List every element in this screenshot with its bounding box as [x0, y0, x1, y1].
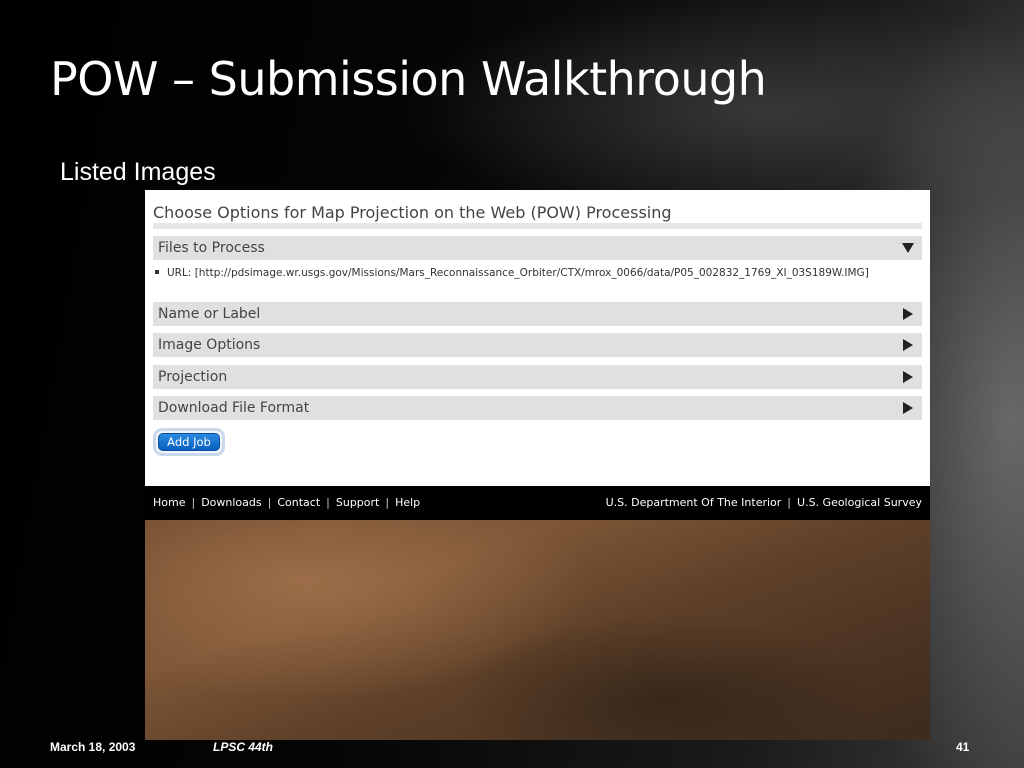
triangle-right-icon — [903, 371, 913, 383]
add-job-button[interactable]: Add Job — [158, 433, 220, 451]
footer-link-interior[interactable]: U.S. Department Of The Interior — [606, 496, 782, 509]
section-image-options[interactable]: Image Options — [153, 333, 922, 357]
footer-separator: | — [385, 496, 390, 509]
slide-title: POW – Submission Walkthrough — [50, 52, 767, 106]
section-label: Projection — [158, 369, 228, 385]
footer-link-support[interactable]: Support — [336, 496, 379, 509]
footer-nav: Home | Downloads | Contact | Support | Help — [153, 496, 420, 509]
site-footer: Home | Downloads | Contact | Support | Help U.S.… — [145, 486, 930, 520]
triangle-right-icon — [903, 308, 913, 320]
heading-divider — [153, 223, 922, 229]
triangle-down-icon — [902, 243, 914, 253]
section-projection[interactable]: Projection — [153, 365, 922, 389]
panel-heading: Choose Options for Map Projection on the… — [153, 203, 672, 222]
slide-footer-conference: LPSC 44th — [213, 740, 274, 754]
pow-web-screenshot: Choose Options for Map Projection on the… — [145, 190, 930, 740]
footer-link-home[interactable]: Home — [153, 496, 185, 509]
footer-agency-links: U.S. Department Of The Interior | U.S. Geo… — [606, 496, 922, 509]
triangle-right-icon — [903, 339, 913, 351]
footer-separator: | — [267, 496, 272, 509]
footer-link-contact[interactable]: Contact — [277, 496, 320, 509]
file-url-item: URL: [http://pdsimage.wr.usgs.gov/Missio… — [155, 267, 869, 279]
section-name-or-label[interactable]: Name or Label — [153, 302, 922, 326]
file-url-text: URL: [http://pdsimage.wr.usgs.gov/Missio… — [167, 267, 869, 279]
section-label: Name or Label — [158, 306, 261, 322]
pow-options-panel: Choose Options for Map Projection on the… — [145, 190, 930, 486]
footer-link-help[interactable]: Help — [395, 496, 420, 509]
footer-separator: | — [191, 496, 196, 509]
section-label: Download File Format — [158, 400, 310, 416]
footer-link-downloads[interactable]: Downloads — [201, 496, 261, 509]
section-download-file-format[interactable]: Download File Format — [153, 396, 922, 420]
section-files-to-process[interactable]: Files to Process — [153, 236, 922, 260]
slide-page-number: 41 — [956, 740, 970, 754]
slide-footer-date: March 18, 2003 — [50, 740, 136, 754]
footer-separator: | — [787, 496, 792, 509]
slide-subtitle: Listed Images — [60, 158, 216, 186]
section-label: Image Options — [158, 337, 261, 353]
mars-background-image — [145, 520, 930, 740]
add-job-button-frame: Add Job — [153, 428, 225, 456]
footer-link-usgs[interactable]: U.S. Geological Survey — [797, 496, 922, 509]
section-label: Files to Process — [158, 240, 265, 256]
bullet-icon — [155, 270, 159, 274]
triangle-right-icon — [903, 402, 913, 414]
footer-separator: | — [326, 496, 330, 509]
